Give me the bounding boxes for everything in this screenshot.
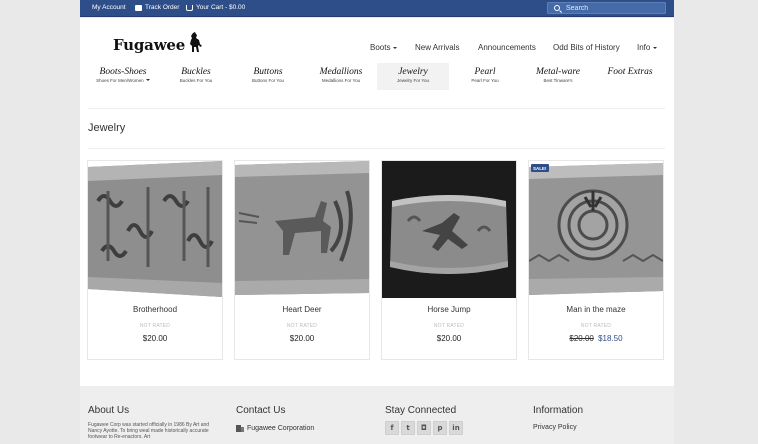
truck-icon	[135, 4, 142, 11]
category-medallions[interactable]: Medallions Medallions For You	[305, 63, 377, 90]
category-buttons[interactable]: Buttons Buttons For You	[232, 63, 304, 90]
footer-social-title: Stay Connected	[385, 405, 457, 416]
nav-announcements[interactable]: Announcements	[478, 43, 536, 52]
cart-label: Your Cart - $0.00	[196, 4, 246, 11]
chevron-down-icon	[145, 79, 150, 82]
company-link[interactable]: Fugawee Corporation	[236, 424, 314, 432]
category-label: Metal-ware	[536, 67, 580, 77]
product-price: $20.00	[436, 334, 462, 343]
product-title[interactable]: Horse Jump	[382, 305, 516, 314]
linkedin-icon[interactable]: in	[449, 421, 463, 435]
search-input[interactable]	[566, 4, 662, 13]
nav-info[interactable]: Info	[637, 43, 658, 52]
footer-info: Information Privacy Policy	[533, 405, 583, 431]
search-icon[interactable]	[554, 5, 560, 11]
footer-contact: Contact Us Fugawee Corporation	[236, 405, 314, 432]
cart-icon	[186, 4, 193, 11]
nav-odd-bits-of-history[interactable]: Odd Bits of History	[553, 43, 620, 52]
bear-logo-icon	[190, 32, 203, 52]
category-label: Boots-Shoes	[99, 67, 147, 77]
product-card[interactable]: Heart Deer NOT RATED $20.00	[234, 160, 370, 360]
category-jewelry[interactable]: Jewelry Jewelry For You	[377, 63, 449, 90]
product-rating: NOT RATED	[580, 323, 612, 329]
track-order-link[interactable]: Track Order	[135, 4, 179, 11]
category-sub: Pearl For You	[471, 77, 499, 83]
cart-link[interactable]: Your Cart - $0.00	[186, 4, 245, 11]
footer-about-text: Fugawee Corp was started officially in 1…	[88, 422, 210, 440]
product-title[interactable]: Man in the maze	[529, 305, 663, 314]
nav-info-label: Info	[637, 43, 651, 52]
divider	[88, 148, 665, 149]
product-card[interactable]: Brotherhood NOT RATED $20.00	[87, 160, 223, 360]
product-image[interactable]: SALE!	[529, 161, 663, 298]
category-sub: Jewelry For You	[396, 77, 430, 83]
building-icon	[236, 425, 244, 432]
page-title: Jewelry	[88, 122, 126, 134]
footer-about: About Us Fugawee Corp was started offici…	[88, 405, 223, 440]
product-rating: NOT RATED	[286, 323, 318, 329]
category-label: Medallions	[319, 67, 363, 77]
chevron-down-icon	[393, 46, 398, 49]
category-pearl[interactable]: Pearl Pearl For You	[449, 63, 521, 90]
divider	[88, 108, 665, 109]
category-label: Buckles	[181, 67, 211, 77]
product-rating: NOT RATED	[139, 323, 171, 329]
footer-social: Stay Connected f t ◘ p in	[385, 405, 463, 435]
footer-contact-title: Contact Us	[236, 405, 286, 416]
product-price: $20.00	[142, 334, 168, 343]
twitter-icon[interactable]: t	[401, 421, 415, 435]
track-order-label: Track Order	[145, 4, 180, 11]
category-label: Pearl	[474, 67, 496, 77]
product-title[interactable]: Heart Deer	[235, 305, 369, 314]
sale-badge: SALE!	[531, 164, 549, 172]
category-sub: Medallions For You	[321, 77, 361, 83]
product-rating: NOT RATED	[433, 323, 465, 329]
nav-new-arrivals[interactable]: New Arrivals	[415, 43, 459, 52]
category-sub: Best Tinware's	[543, 77, 573, 83]
product-card[interactable]: SALE! Man in the maze NOT RATED $20.00 $…	[528, 160, 664, 360]
facebook-icon[interactable]: f	[385, 421, 399, 435]
pinterest-icon[interactable]: p	[433, 421, 447, 435]
category-label: Jewelry	[398, 67, 428, 77]
nav-boots-label: Boots	[370, 43, 391, 52]
instagram-icon[interactable]: ◘	[417, 421, 431, 435]
footer-about-title: About Us	[88, 405, 130, 416]
privacy-policy-link[interactable]: Privacy Policy	[533, 424, 583, 431]
nav-announcements-label: Announcements	[478, 43, 536, 52]
category-label: Foot Extras	[607, 67, 653, 77]
product-image[interactable]	[235, 161, 369, 298]
category-sub: Buckles For You	[179, 77, 213, 83]
social-icons: f t ◘ p in	[385, 421, 463, 435]
site-logo[interactable]: Fugawee	[113, 32, 203, 54]
nav-new-arrivals-label: New Arrivals	[415, 43, 460, 52]
nav-odd-bits-label: Odd Bits of History	[553, 43, 620, 52]
my-account-link[interactable]: My Account	[92, 4, 126, 11]
product-title[interactable]: Brotherhood	[88, 305, 222, 314]
category-label: Buttons	[253, 67, 283, 77]
my-account-label: My Account	[92, 4, 126, 11]
company-name: Fugawee Corporation	[247, 424, 315, 432]
product-price: $20.00	[289, 334, 315, 343]
category-sub: Shoes For Men/Women	[87, 78, 159, 83]
category-boots-shoes[interactable]: Boots-Shoes Shoes For Men/Women	[87, 63, 159, 90]
brand-name: Fugawee	[113, 36, 186, 54]
page-container: Fugawee Boots New Arrivals Announcements…	[80, 18, 674, 444]
product-card[interactable]: Horse Jump NOT RATED $20.00	[381, 160, 517, 360]
category-metal-ware[interactable]: Metal-ware Best Tinware's	[522, 63, 594, 90]
sale-price: $18.50	[598, 334, 623, 343]
product-image[interactable]	[382, 161, 516, 298]
product-price: $20.00 $18.50	[529, 334, 663, 343]
footer-info-title: Information	[533, 405, 584, 416]
category-foot-extras[interactable]: Foot Extras	[594, 63, 666, 90]
chevron-down-icon	[653, 46, 658, 49]
product-image[interactable]	[88, 161, 222, 298]
original-price: $20.00	[569, 334, 594, 343]
category-buckles[interactable]: Buckles Buckles For You	[160, 63, 232, 90]
category-sub: Buttons For You	[251, 77, 285, 83]
footer: About Us Fugawee Corp was started offici…	[80, 386, 674, 444]
nav-boots[interactable]: Boots	[370, 43, 398, 52]
search-box[interactable]	[547, 2, 666, 14]
top-bar: My Account Track Order Your Cart - $0.00	[80, 0, 674, 17]
category-sub-text: Shoes For Men/Women	[96, 77, 144, 83]
